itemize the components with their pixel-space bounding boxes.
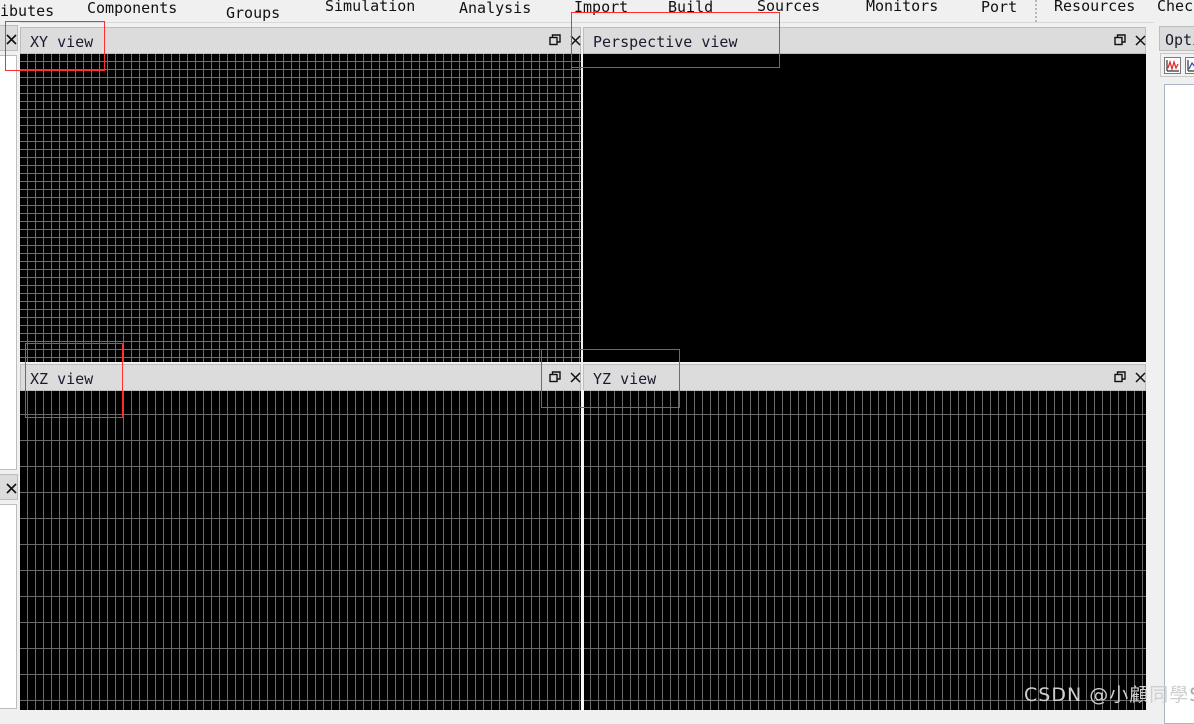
menu-item-analysis[interactable]: Analysis xyxy=(459,1,531,16)
xz-view-titlebar[interactable]: XZ view xyxy=(20,364,581,391)
menu-item-check[interactable]: Chec xyxy=(1157,0,1193,14)
close-icon[interactable] xyxy=(1134,34,1149,49)
xz-view-title: XZ view xyxy=(30,370,94,388)
xy-view-titlebar[interactable]: XY view xyxy=(20,27,581,54)
yz-view-title: YZ view xyxy=(593,370,657,388)
vertical-splitter[interactable] xyxy=(581,390,584,710)
restore-icon[interactable] xyxy=(1114,34,1129,49)
left-sidebar-stub: f xyxy=(0,22,20,710)
restore-icon[interactable] xyxy=(1114,371,1129,386)
xy-view-panel: XY view xyxy=(20,27,581,362)
menu-item-resources[interactable]: Resources xyxy=(1054,0,1135,14)
menu-bar: ibutes Components Groups Simulation Anal… xyxy=(0,0,1194,23)
menu-item-import[interactable]: Import xyxy=(574,0,628,15)
optimization-content-area[interactable] xyxy=(1164,84,1194,724)
close-icon[interactable] xyxy=(5,480,18,494)
close-icon[interactable] xyxy=(569,34,584,49)
yz-view-canvas[interactable] xyxy=(583,391,1146,710)
perspective-view-canvas[interactable] xyxy=(583,54,1146,362)
menu-item-monitors[interactable]: Monitors xyxy=(866,0,938,14)
xy-view-canvas[interactable] xyxy=(20,54,581,362)
perspective-view-titlebar[interactable]: Perspective view xyxy=(583,27,1146,54)
xz-view-panel: XZ view xyxy=(20,364,581,710)
toolbar-separator xyxy=(1035,0,1040,22)
menu-item-sources[interactable]: Sources xyxy=(757,0,820,14)
restore-icon[interactable] xyxy=(549,34,564,49)
chart-curve-icon[interactable] xyxy=(1164,57,1181,74)
optimization-titlebar[interactable]: Opti xyxy=(1159,26,1194,51)
menu-item-port[interactable]: Port xyxy=(981,0,1017,15)
left-stub-titlebar-bottom xyxy=(0,474,18,500)
menu-item-build[interactable]: Build xyxy=(668,0,713,15)
menu-item-groups[interactable]: Groups xyxy=(226,6,280,21)
yz-view-panel: YZ view xyxy=(583,364,1146,710)
restore-icon[interactable] xyxy=(549,371,564,386)
perspective-view-panel: Perspective view xyxy=(583,27,1146,362)
left-stub-titlebar-top xyxy=(0,25,18,51)
menu-item-simulation[interactable]: Simulation xyxy=(325,0,415,14)
optimization-title: Opti xyxy=(1165,31,1194,49)
xy-view-title: XY view xyxy=(30,33,94,51)
chart-region-icon[interactable] xyxy=(1185,57,1194,74)
left-stub-pane-top[interactable] xyxy=(0,55,17,470)
optimization-toolbar xyxy=(1160,53,1194,77)
perspective-view-title: Perspective view xyxy=(593,33,738,51)
yz-view-titlebar[interactable]: YZ view xyxy=(583,364,1146,391)
menu-item-components[interactable]: Components xyxy=(87,1,177,16)
close-icon[interactable] xyxy=(1134,371,1149,386)
menu-item-attributes[interactable]: ibutes xyxy=(0,4,54,19)
optimization-panel: Opti xyxy=(1154,22,1194,724)
left-stub-pane-bottom[interactable]: f xyxy=(0,504,17,709)
close-icon[interactable] xyxy=(569,371,584,386)
xz-view-canvas[interactable] xyxy=(20,391,581,710)
close-icon[interactable] xyxy=(5,31,18,45)
